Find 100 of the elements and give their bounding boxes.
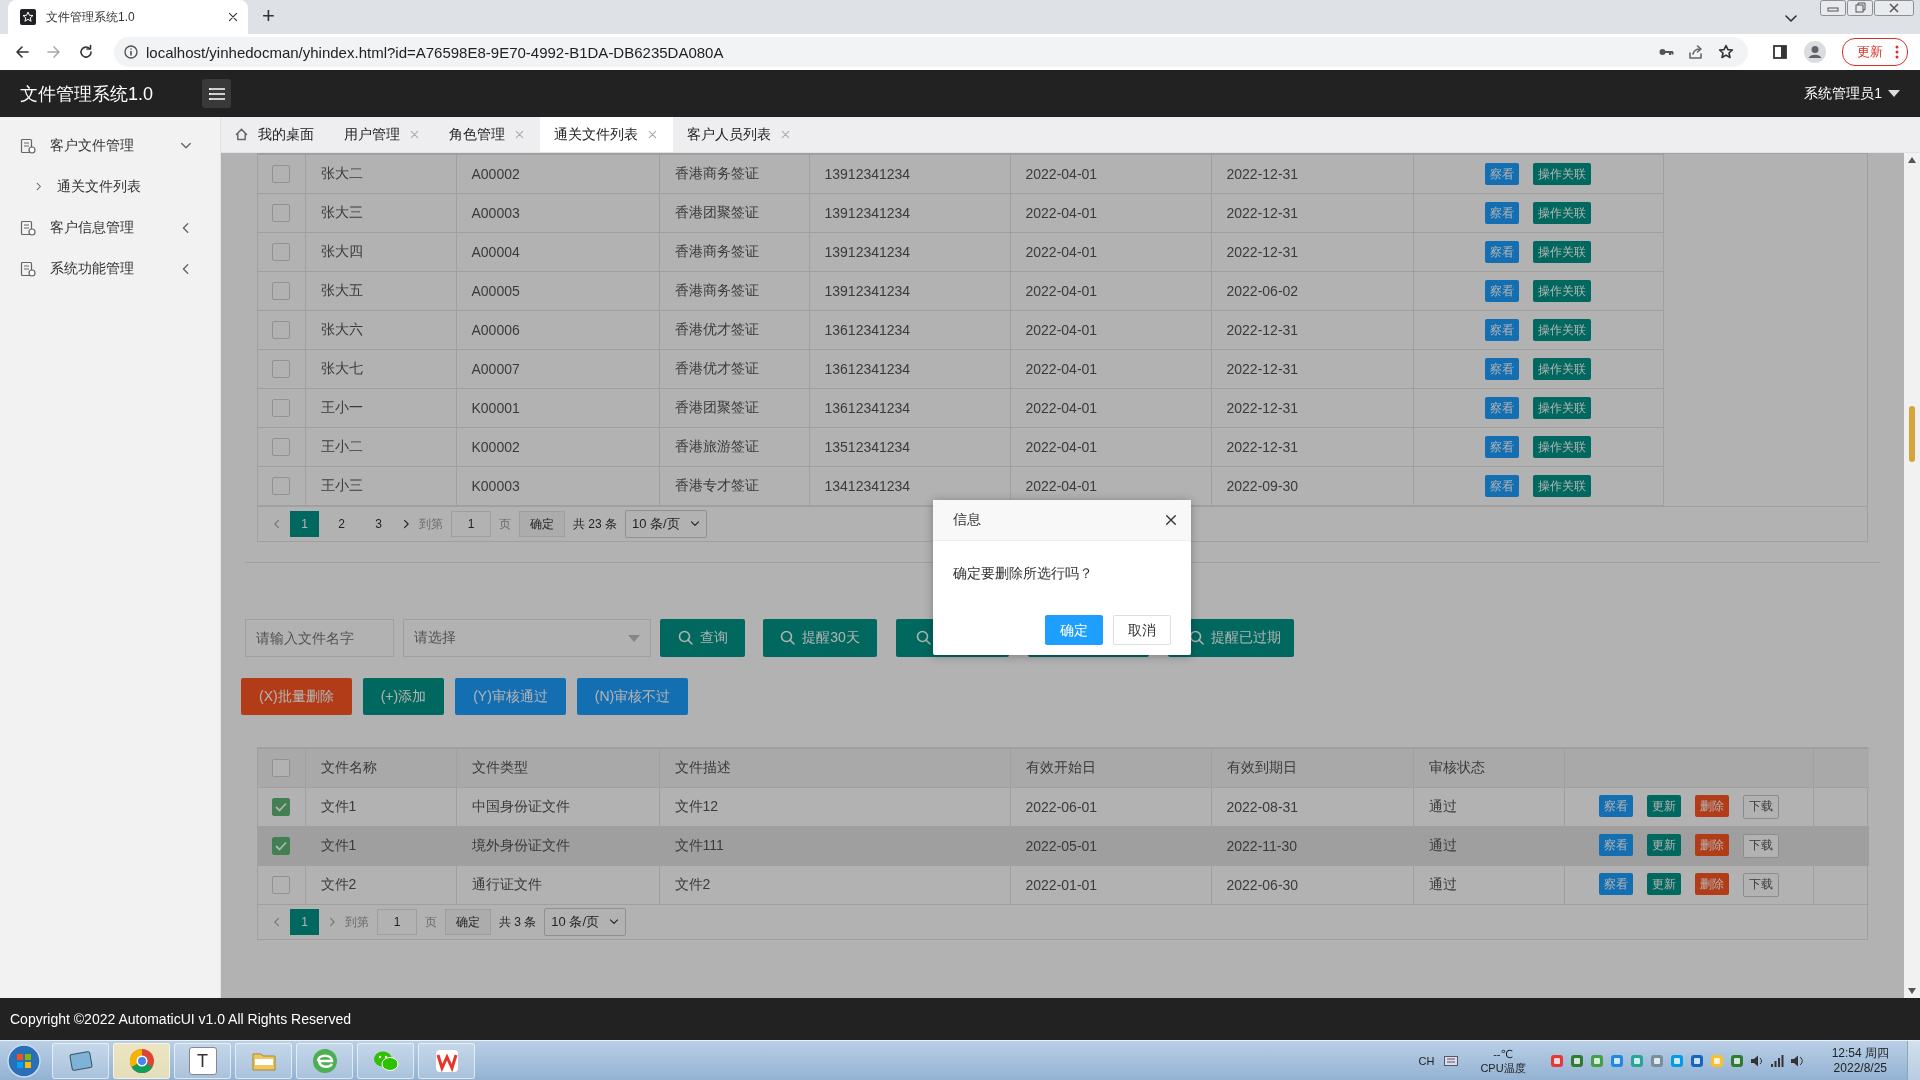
page-size-select[interactable]: 10 条/页 xyxy=(544,908,627,936)
sidebar-item[interactable]: 系统功能管理 xyxy=(0,248,220,289)
page-input[interactable]: 1 xyxy=(451,511,491,537)
action-button[interactable]: 察看 xyxy=(1485,280,1519,302)
table-cell: 中国身份证文件 xyxy=(456,787,659,827)
action-button[interactable]: 察看 xyxy=(1485,202,1519,224)
action-button[interactable]: 察看 xyxy=(1485,358,1519,380)
action-button[interactable]: 删除 xyxy=(1694,834,1729,856)
user-menu[interactable]: 系统管理员1 xyxy=(1804,84,1900,103)
action-button[interactable]: 更新 xyxy=(1646,873,1681,895)
page-size-select[interactable]: 10 条/页 xyxy=(625,510,707,538)
table-cell: 13912341234 xyxy=(809,154,1010,194)
table-cell: 2022-12-31 xyxy=(1211,427,1413,467)
action-button[interactable]: 操作关联 xyxy=(1533,241,1591,263)
action-button[interactable]: 察看 xyxy=(1598,795,1633,817)
sidebar-subitem[interactable]: 通关文件列表 xyxy=(0,166,220,207)
action-button[interactable]: (+)添加 xyxy=(362,678,445,715)
copyright-text: Copyright ©2022 AutomaticUI v1.0 All Rights Reserved xyxy=(10,1011,352,1027)
table-cell: 2022-12-31 xyxy=(1211,310,1413,350)
table-cell: 2022-11-30 xyxy=(1211,826,1413,866)
type-select[interactable]: 请选择 xyxy=(403,619,651,657)
page-tab[interactable]: 客户人员列表 xyxy=(673,117,806,152)
action-button[interactable]: 察看 xyxy=(1485,397,1519,419)
action-button[interactable]: 操作关联 xyxy=(1533,397,1591,419)
action-button[interactable]: 察看 xyxy=(1598,834,1633,856)
action-button[interactable]: 操作关联 xyxy=(1533,319,1591,341)
table-cell: 文件1 xyxy=(305,826,456,866)
action-button[interactable]: 更新 xyxy=(1646,795,1681,817)
table-cell: 13912341234 xyxy=(809,193,1010,233)
temperature-label: CPU温度 xyxy=(1480,1060,1526,1075)
table-cell: 文件1 xyxy=(305,787,456,827)
action-button[interactable]: (N)审核不过 xyxy=(576,678,689,715)
action-button[interactable]: 操作关联 xyxy=(1533,280,1591,302)
table-cell: 张大三 xyxy=(305,193,456,233)
action-button[interactable]: (Y)审核通过 xyxy=(455,678,566,715)
column-header: 审核状态 xyxy=(1413,748,1564,788)
table-cell: K00001 xyxy=(456,388,659,428)
page-tab[interactable]: 用户管理 xyxy=(330,117,435,152)
browser-tab[interactable]: 文件管理系统1.0 xyxy=(8,0,248,34)
page-tab[interactable]: 角色管理 xyxy=(435,117,540,152)
search-button[interactable]: 提醒30天 xyxy=(763,619,877,657)
address-field[interactable]: localhost/yinhedocman/yhindex.html?id=A76598E8-9E70-4992-B1DA-DB6235DA080A xyxy=(114,37,1748,67)
page-button[interactable]: 1 xyxy=(290,909,319,935)
table-cell: 2022-12-31 xyxy=(1211,349,1413,389)
temperature-reading: --℃ xyxy=(1493,1046,1513,1061)
action-button[interactable]: 下载 xyxy=(1742,873,1779,897)
table-cell: A00003 xyxy=(456,193,659,233)
page-button[interactable]: 2 xyxy=(327,511,356,537)
page-button[interactable]: 1 xyxy=(290,511,319,537)
action-button[interactable]: 下载 xyxy=(1742,834,1779,858)
table-cell: 2022-01-01 xyxy=(1010,865,1211,905)
taskbar-button[interactable]: T xyxy=(174,1042,231,1079)
action-button[interactable]: 操作关联 xyxy=(1533,202,1591,224)
table-cell: 13612341234 xyxy=(809,349,1010,389)
action-button[interactable]: 删除 xyxy=(1694,873,1729,895)
action-button[interactable]: 察看 xyxy=(1485,436,1519,458)
table-cell: 13912341234 xyxy=(809,232,1010,272)
input-method-label[interactable]: CH xyxy=(1418,1054,1435,1067)
action-button[interactable]: (X)批量删除 xyxy=(241,678,352,715)
action-button[interactable]: 更新 xyxy=(1646,834,1681,856)
go-button[interactable]: 确定 xyxy=(519,511,565,537)
page-input[interactable]: 1 xyxy=(377,909,417,935)
action-button[interactable]: 操作关联 xyxy=(1533,163,1591,185)
clock-time[interactable]: 12:54 周四 xyxy=(1831,1045,1889,1061)
action-button[interactable]: 察看 xyxy=(1598,873,1633,895)
table-cell: 文件2 xyxy=(659,865,1010,905)
sidebar-item[interactable]: 客户信息管理 xyxy=(0,207,220,248)
column-header: 文件类型 xyxy=(456,748,659,788)
table-cell: 2022-06-30 xyxy=(1211,865,1413,905)
go-button[interactable]: 确定 xyxy=(445,909,491,935)
url-text: localhost/yinhedocman/yhindex.html?id=A76598E8-9E70-4992-B1DA-DB6235DA080A xyxy=(146,43,724,61)
clock-date[interactable]: 2022/8/25 xyxy=(1833,1060,1887,1076)
update-button[interactable]: 更新 xyxy=(1842,38,1908,66)
page-button[interactable]: 3 xyxy=(364,511,393,537)
new-tab-button[interactable]: + xyxy=(248,0,289,34)
dialog-button[interactable]: 取消 xyxy=(1113,615,1171,645)
action-button[interactable]: 察看 xyxy=(1485,163,1519,185)
table-cell: 香港优才签证 xyxy=(659,349,809,389)
action-button[interactable]: 察看 xyxy=(1485,319,1519,341)
action-button[interactable]: 删除 xyxy=(1694,795,1729,817)
sidebar-item[interactable]: 客户文件管理 xyxy=(0,125,220,166)
dialog-button[interactable]: 确定 xyxy=(1045,615,1103,645)
action-button[interactable]: 察看 xyxy=(1485,241,1519,263)
table-cell: K00003 xyxy=(456,466,659,506)
search-field[interactable]: 请输入文件名字 xyxy=(245,619,394,657)
page-tab[interactable]: 通关文件列表 xyxy=(540,117,673,152)
table-cell: 2022-05-01 xyxy=(1010,826,1211,866)
table-cell: 13912341234 xyxy=(809,271,1010,311)
action-button[interactable]: 下载 xyxy=(1742,795,1779,819)
action-button[interactable]: 察看 xyxy=(1485,475,1519,497)
action-button[interactable]: 操作关联 xyxy=(1533,475,1591,497)
action-button[interactable]: 操作关联 xyxy=(1533,358,1591,380)
table-cell: 2022-09-30 xyxy=(1211,466,1413,506)
page-tab[interactable]: 我的桌面 xyxy=(221,117,330,152)
table-cell: A00004 xyxy=(456,232,659,272)
table-cell: 2022-04-01 xyxy=(1010,427,1211,467)
table-cell: 2022-04-01 xyxy=(1010,271,1211,311)
action-button[interactable]: 操作关联 xyxy=(1533,436,1591,458)
column-header: 有效到期日 xyxy=(1211,748,1413,788)
search-button[interactable]: 查询 xyxy=(660,619,745,657)
